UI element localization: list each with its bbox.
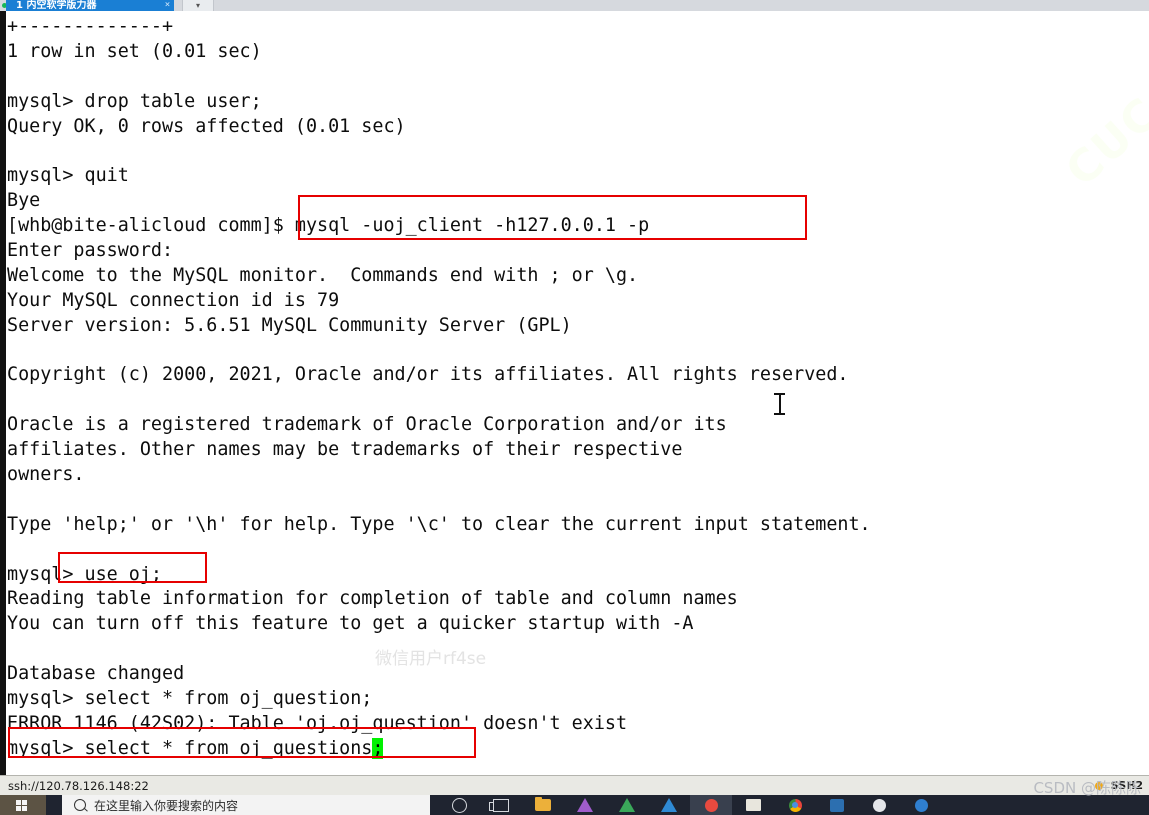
- terminal-line: Enter password:: [7, 240, 174, 262]
- start-button[interactable]: [0, 795, 46, 815]
- terminal-line: ERROR 1146 (42S02): Table 'oj.oj_questio…: [7, 712, 628, 734]
- terminal-line: Database changed: [7, 663, 185, 685]
- visual-studio-icon[interactable]: [564, 795, 606, 815]
- moon-icon[interactable]: [858, 795, 900, 815]
- terminal-line: Reading table information for completion…: [7, 588, 738, 610]
- terminal-line: Oracle is a registered trademark of Orac…: [7, 414, 727, 436]
- vscode-icon[interactable]: [648, 795, 690, 815]
- terminal-line: mysql> quit: [7, 165, 129, 187]
- terminal-line: Type 'help;' or '\h' for help. Type '\c'…: [7, 513, 871, 535]
- active-tab-label: 1 内空软学版力器: [16, 0, 97, 11]
- terminal-line: affiliates. Other names may be trademark…: [7, 439, 683, 461]
- terminal-output: +-------------+ 1 row in set (0.01 sec) m…: [6, 11, 871, 762]
- terminal-line: Copyright (c) 2000, 2021, Oracle and/or …: [7, 364, 849, 386]
- terminal-prompt-text: mysql> select * from oj_questions: [7, 737, 373, 759]
- terminal-prompt-line: mysql> select * from oj_questions;: [6, 737, 871, 762]
- chrome-icon[interactable]: [774, 795, 816, 815]
- terminal-line: +-------------+: [7, 16, 174, 37]
- task-view-icon[interactable]: [480, 795, 522, 815]
- xshell-icon[interactable]: [816, 795, 858, 815]
- windows-taskbar: 在这里输入你要搜索的内容: [0, 795, 1149, 815]
- terminal-line: Bye: [7, 190, 41, 212]
- terminal-line: Your MySQL connection id is 79: [7, 289, 340, 311]
- taskbar-icon-tray: [438, 795, 942, 815]
- terminal-line: Query OK, 0 rows affected (0.01 sec): [7, 115, 406, 137]
- terminal-line: owners.: [7, 464, 85, 486]
- taskbar-search-input[interactable]: 在这里输入你要搜索的内容: [62, 795, 430, 815]
- terminal-line: mysql> use oj;: [7, 563, 163, 585]
- terminal-line: mysql> drop table user;: [7, 90, 262, 112]
- blue-circle-icon[interactable]: [900, 795, 942, 815]
- terminal-line: Server version: 5.6.51 MySQL Community S…: [7, 314, 572, 336]
- terminal-line: mysql> select * from oj_question;: [7, 688, 373, 710]
- green-triangle-icon[interactable]: [606, 795, 648, 815]
- notes-icon[interactable]: [732, 795, 774, 815]
- taskbar-search-placeholder: 在这里输入你要搜索的内容: [94, 799, 239, 813]
- status-bar: ssh://120.78.126.148:22 SSH2: [0, 775, 1149, 795]
- connection-status-dot: [1095, 782, 1103, 790]
- ssh-url-label: ssh://120.78.126.148:22: [8, 779, 149, 793]
- terminal-line: You can turn off this feature to get a q…: [7, 613, 694, 635]
- active-tab[interactable]: 1 内空软学版力器: [6, 0, 174, 11]
- terminal-line: 1 row in set (0.01 sec): [7, 40, 262, 62]
- browser-tab-strip: 1 内空软学版力器 × ▾: [0, 0, 1149, 11]
- terminal-cursor: ;: [372, 737, 384, 759]
- ssh-protocol-label: SSH2: [1110, 779, 1143, 792]
- close-icon[interactable]: ×: [163, 1, 172, 10]
- next-tab[interactable]: ▾: [182, 0, 214, 11]
- file-explorer-icon[interactable]: [522, 795, 564, 815]
- recording-icon[interactable]: [690, 795, 732, 815]
- terminal-window[interactable]: +-------------+ 1 row in set (0.01 sec) m…: [0, 11, 1149, 775]
- windows-logo-icon: [16, 800, 27, 811]
- terminal-line: [whb@bite-alicloud comm]$ mysql -uoj_cli…: [7, 215, 650, 237]
- terminal-line: Welcome to the MySQL monitor. Commands e…: [7, 264, 639, 286]
- search-icon: [74, 799, 86, 811]
- cortana-icon[interactable]: [438, 795, 480, 815]
